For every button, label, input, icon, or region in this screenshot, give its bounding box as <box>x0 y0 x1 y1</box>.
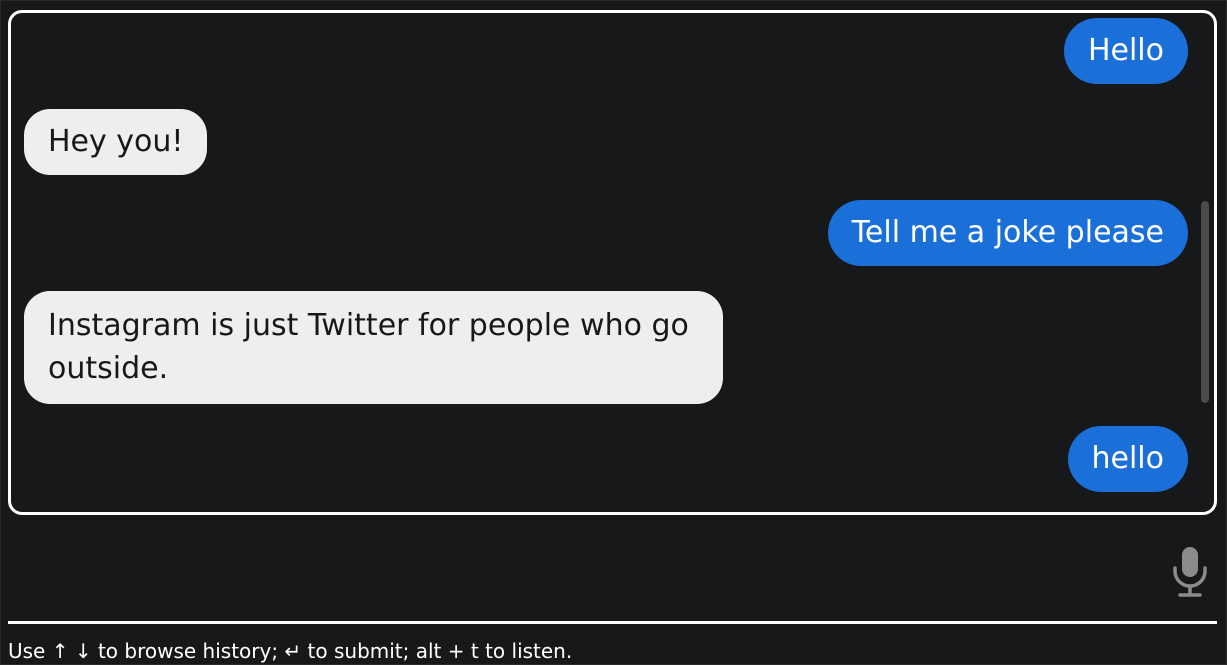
chat-window: Hello Hey you! Tell me a joke please Ins… <box>0 0 1227 665</box>
microphone-icon[interactable] <box>1171 546 1209 598</box>
scrollbar[interactable] <box>1201 201 1209 403</box>
user-message: Hello <box>1063 18 1188 84</box>
keyboard-hint: Use ↑ ↓ to browse history; ↵ to submit; … <box>8 639 573 663</box>
bot-message: Hey you! <box>24 109 208 175</box>
input-row <box>8 531 1217 621</box>
user-message: hello <box>1067 426 1188 492</box>
user-message: Tell me a joke please <box>827 200 1188 266</box>
bot-message: Instagram is just Twitter for people who… <box>24 291 723 404</box>
message-list[interactable]: Hello Hey you! Tell me a joke please Ins… <box>8 10 1217 515</box>
message-input[interactable] <box>8 531 1148 619</box>
divider <box>8 621 1217 624</box>
